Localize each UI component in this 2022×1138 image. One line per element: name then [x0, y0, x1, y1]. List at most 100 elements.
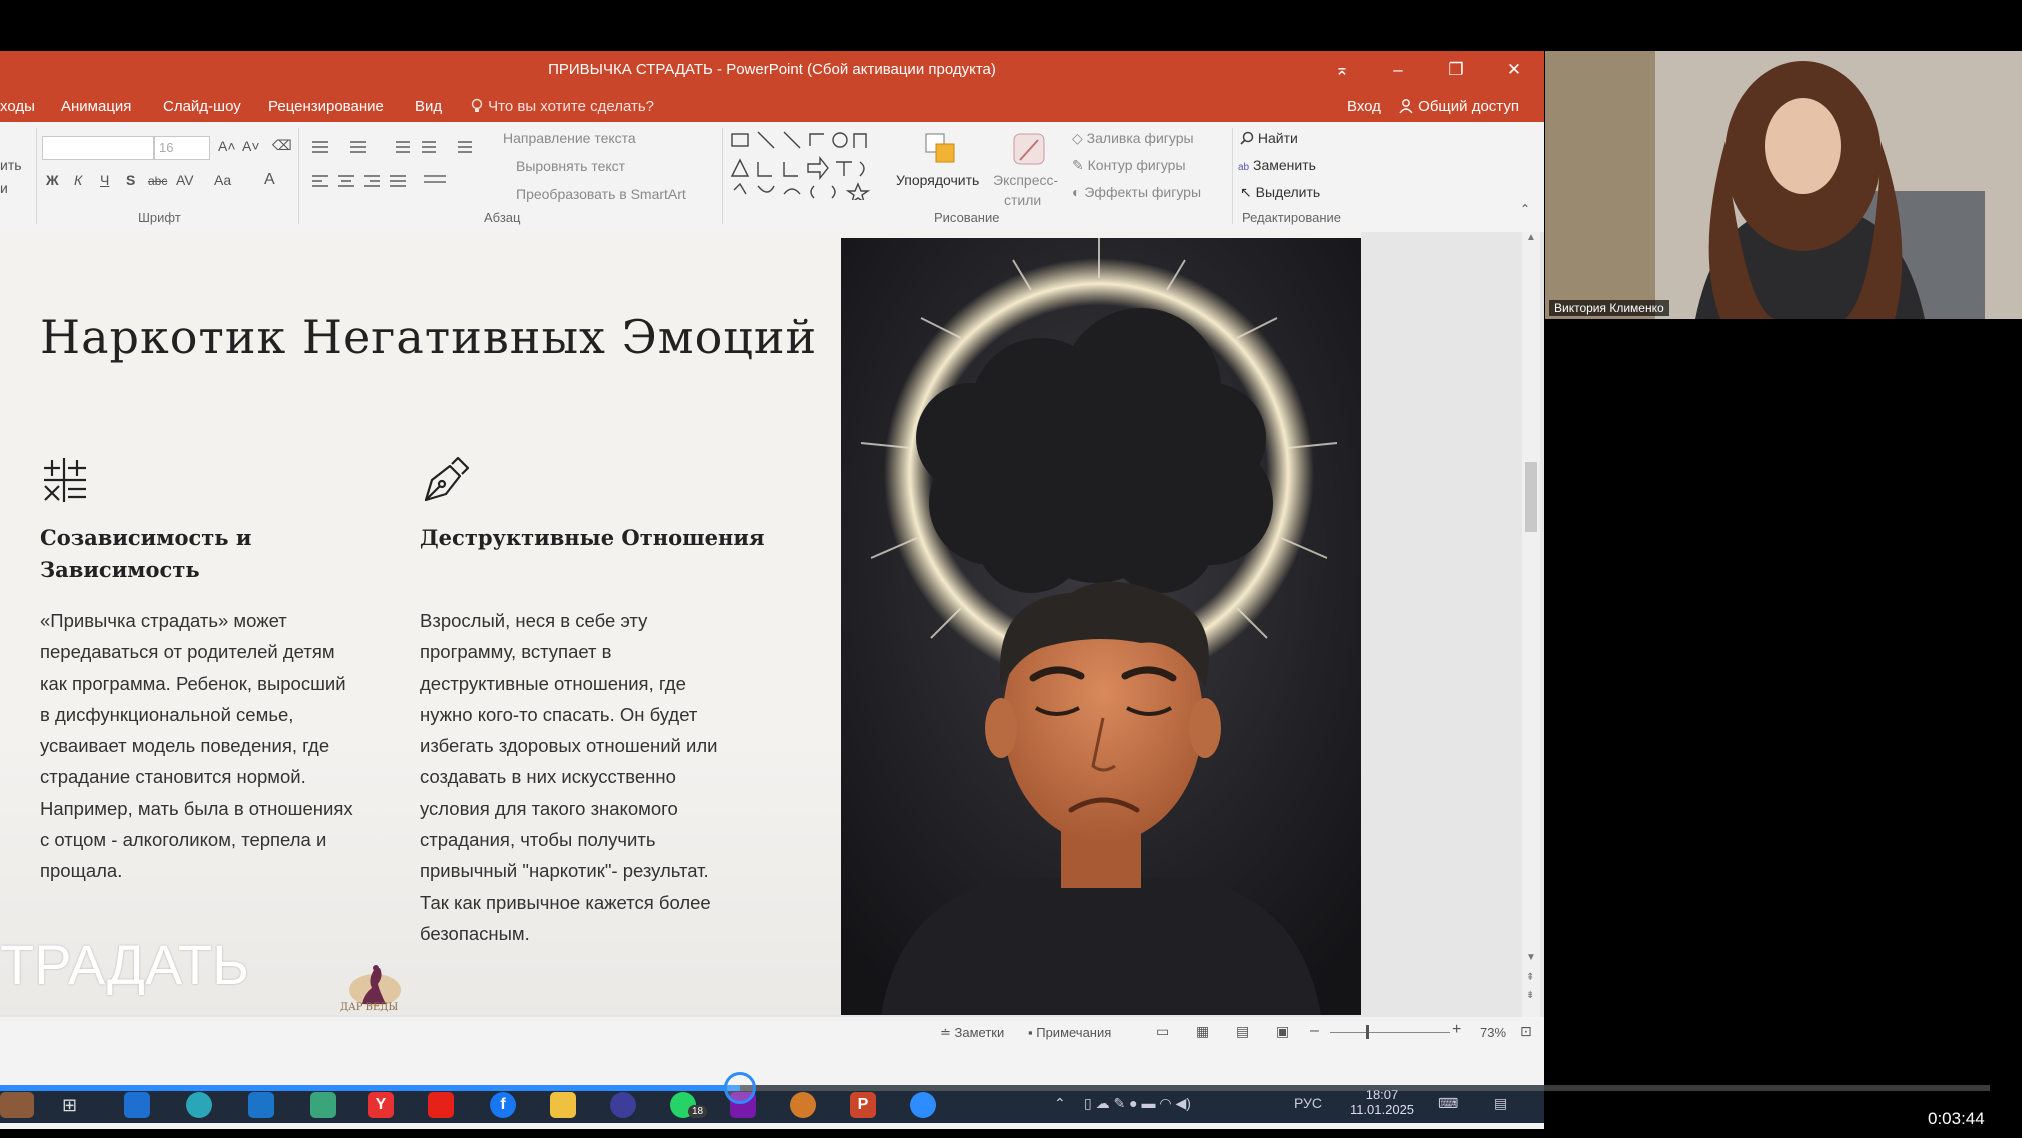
collapse-ribbon-icon[interactable]: ⌃: [1520, 202, 1530, 216]
column1-body[interactable]: «Привычка страдать» может передаваться о…: [40, 605, 353, 887]
body-line: прощала.: [40, 860, 123, 882]
slideshow-view-icon[interactable]: ▣: [1276, 1023, 1289, 1040]
underline-button[interactable]: Ч: [100, 172, 109, 188]
slide-label-cut[interactable]: и: [0, 180, 8, 196]
next-slide-icon[interactable]: ⇟: [1526, 990, 1534, 1001]
font-name-input[interactable]: [42, 136, 154, 160]
column1-heading[interactable]: Созависимость и Зависимость: [40, 522, 251, 586]
vertical-scrollbar[interactable]: ▲ ▼ ⇞ ⇟: [1522, 232, 1540, 1017]
body-line: деструктивные отношения, где: [420, 672, 686, 694]
youtube-icon[interactable]: [428, 1092, 454, 1118]
shape-effects-button[interactable]: ◐ Эффекты фигуры: [1072, 184, 1201, 200]
shape-outline-button[interactable]: ✎ Контур фигуры: [1072, 157, 1186, 174]
start-thumbnail-icon[interactable]: [0, 1092, 34, 1118]
zoom-level[interactable]: 73%: [1480, 1025, 1506, 1040]
clock[interactable]: 18:07 11.01.2025: [1342, 1087, 1422, 1117]
font-color-button[interactable]: A: [264, 171, 275, 189]
ribbon-display-options-button[interactable]: ⌅: [1320, 57, 1364, 83]
share-label: Общий доступ: [1418, 98, 1519, 115]
char-spacing-button[interactable]: AV: [176, 172, 194, 188]
yandex-icon[interactable]: Y: [368, 1092, 394, 1118]
participant-name: Виктория Клименко: [1549, 300, 1669, 316]
powerpoint-window: ПРИВЫЧКА СТРАДАТЬ - PowerPoint (Сбой акт…: [0, 51, 1544, 1129]
zoom-in-button[interactable]: +: [1452, 1021, 1461, 1039]
column2-body[interactable]: Взрослый, неся в себе эту программу, вст…: [420, 605, 718, 949]
comments-button[interactable]: ▪ Примечания: [1028, 1025, 1111, 1040]
grow-font-button[interactable]: A˄: [218, 138, 236, 154]
tab-slideshow[interactable]: Слайд-шоу: [163, 98, 241, 115]
paste-label-cut[interactable]: ить: [0, 157, 22, 173]
smartart-button[interactable]: Преобразовать в SmartArt: [516, 186, 686, 202]
replace-button[interactable]: ab Заменить: [1238, 157, 1316, 173]
outlook-icon[interactable]: [248, 1092, 274, 1118]
tell-me-search[interactable]: Что вы хотите сделать?: [470, 98, 654, 115]
slide[interactable]: Наркотик Негативных Эмоций Созависимость…: [0, 232, 1361, 1015]
zoom-app-icon[interactable]: [910, 1092, 936, 1118]
minimize-button[interactable]: –: [1376, 57, 1420, 83]
notes-button[interactable]: ≐ Заметки: [940, 1025, 1004, 1041]
input-language[interactable]: РУС: [1294, 1095, 1322, 1111]
slide-sorter-icon[interactable]: ▦: [1196, 1023, 1209, 1040]
tray-chevron-icon[interactable]: ⌃: [1054, 1095, 1066, 1112]
strikethrough-button[interactable]: abc: [148, 174, 167, 188]
text-direction-button[interactable]: Направление текста: [503, 130, 636, 146]
shadow-button[interactable]: S: [126, 172, 135, 188]
tab-animation[interactable]: Анимация: [61, 98, 131, 115]
quick-styles-button-line2[interactable]: стили: [1004, 192, 1041, 208]
previous-slide-icon[interactable]: ⇞: [1526, 972, 1534, 983]
column2-heading-line1: Деструктивные Отношения: [420, 525, 765, 550]
shape-fill-button[interactable]: ◇ Заливка фигуры: [1072, 130, 1194, 147]
tab-review[interactable]: Рецензирование: [268, 98, 384, 115]
scroll-up-icon[interactable]: ▲: [1526, 232, 1536, 243]
shapes-gallery[interactable]: [728, 128, 888, 200]
normal-view-icon[interactable]: ▭: [1156, 1023, 1169, 1040]
clear-format-icon[interactable]: ⌫: [272, 137, 292, 154]
tab-view[interactable]: Вид: [415, 98, 442, 115]
facebook-icon[interactable]: f: [490, 1092, 516, 1118]
body-line: усваивает модель поведения, где: [40, 735, 330, 757]
body-line: привычный "наркотик"- результат.: [420, 860, 709, 882]
body-line: избегать здоровых отношений или: [420, 735, 718, 757]
zoom-slider[interactable]: [1330, 1032, 1450, 1033]
editing-group-label: Редактирование: [1242, 210, 1342, 225]
change-case-button[interactable]: Aa: [214, 172, 231, 188]
powerpoint-taskbar-icon[interactable]: P: [850, 1092, 876, 1118]
close-button[interactable]: ✕: [1492, 57, 1536, 83]
quick-styles-button[interactable]: Экспресс-: [993, 172, 1058, 188]
font-size-input[interactable]: 16: [154, 136, 210, 160]
shrink-font-button[interactable]: A˅: [242, 138, 260, 154]
audio-app-icon[interactable]: [790, 1092, 816, 1118]
italic-button[interactable]: К: [74, 172, 82, 188]
signin-link[interactable]: Вход: [1347, 98, 1381, 115]
slide-work-area: Наркотик Негативных Эмоций Созависимость…: [0, 232, 1544, 1017]
notifications-icon[interactable]: ▤: [1494, 1095, 1507, 1112]
arrange-button[interactable]: Упорядочить: [896, 172, 979, 188]
zoom-out-button[interactable]: –: [1310, 1022, 1319, 1040]
media-player-icon[interactable]: [610, 1092, 636, 1118]
reading-view-icon[interactable]: ▤: [1236, 1023, 1249, 1040]
keyboard-icon[interactable]: ⌨: [1438, 1095, 1458, 1112]
body-line: Взрослый, неся в себе эту: [420, 610, 648, 631]
bold-button[interactable]: Ж: [46, 172, 59, 188]
slide-title[interactable]: Наркотик Негативных Эмоций: [40, 310, 817, 364]
store-icon[interactable]: [124, 1092, 150, 1118]
scroll-down-icon[interactable]: ▼: [1526, 952, 1536, 963]
select-button[interactable]: ↖ Выделить: [1240, 184, 1320, 201]
restore-button[interactable]: ❐: [1434, 57, 1478, 83]
find-button[interactable]: Найти: [1240, 130, 1298, 146]
edge-icon[interactable]: [186, 1092, 212, 1118]
feather-app-icon[interactable]: [310, 1092, 336, 1118]
align-text-button[interactable]: Выровнять текст: [516, 158, 625, 174]
task-view-icon[interactable]: ⊞: [62, 1095, 77, 1116]
participant-video[interactable]: Виктория Клименко: [1545, 51, 2022, 319]
zoom-slider-thumb[interactable]: [1366, 1025, 1369, 1039]
tab-transitions[interactable]: ходы: [0, 98, 35, 115]
fit-slide-icon[interactable]: ⊡: [1520, 1023, 1532, 1040]
math-operations-icon: [44, 458, 86, 502]
pen-nib-icon: [424, 456, 470, 502]
scrollbar-thumb[interactable]: [1525, 462, 1537, 532]
share-button[interactable]: Общий доступ: [1398, 98, 1519, 115]
column2-heading[interactable]: Деструктивные Отношения: [420, 522, 764, 554]
tray-icons[interactable]: ▯ ☁ ✎ ● ▬ ◠ ◀): [1084, 1095, 1191, 1112]
file-explorer-icon[interactable]: [550, 1092, 576, 1118]
